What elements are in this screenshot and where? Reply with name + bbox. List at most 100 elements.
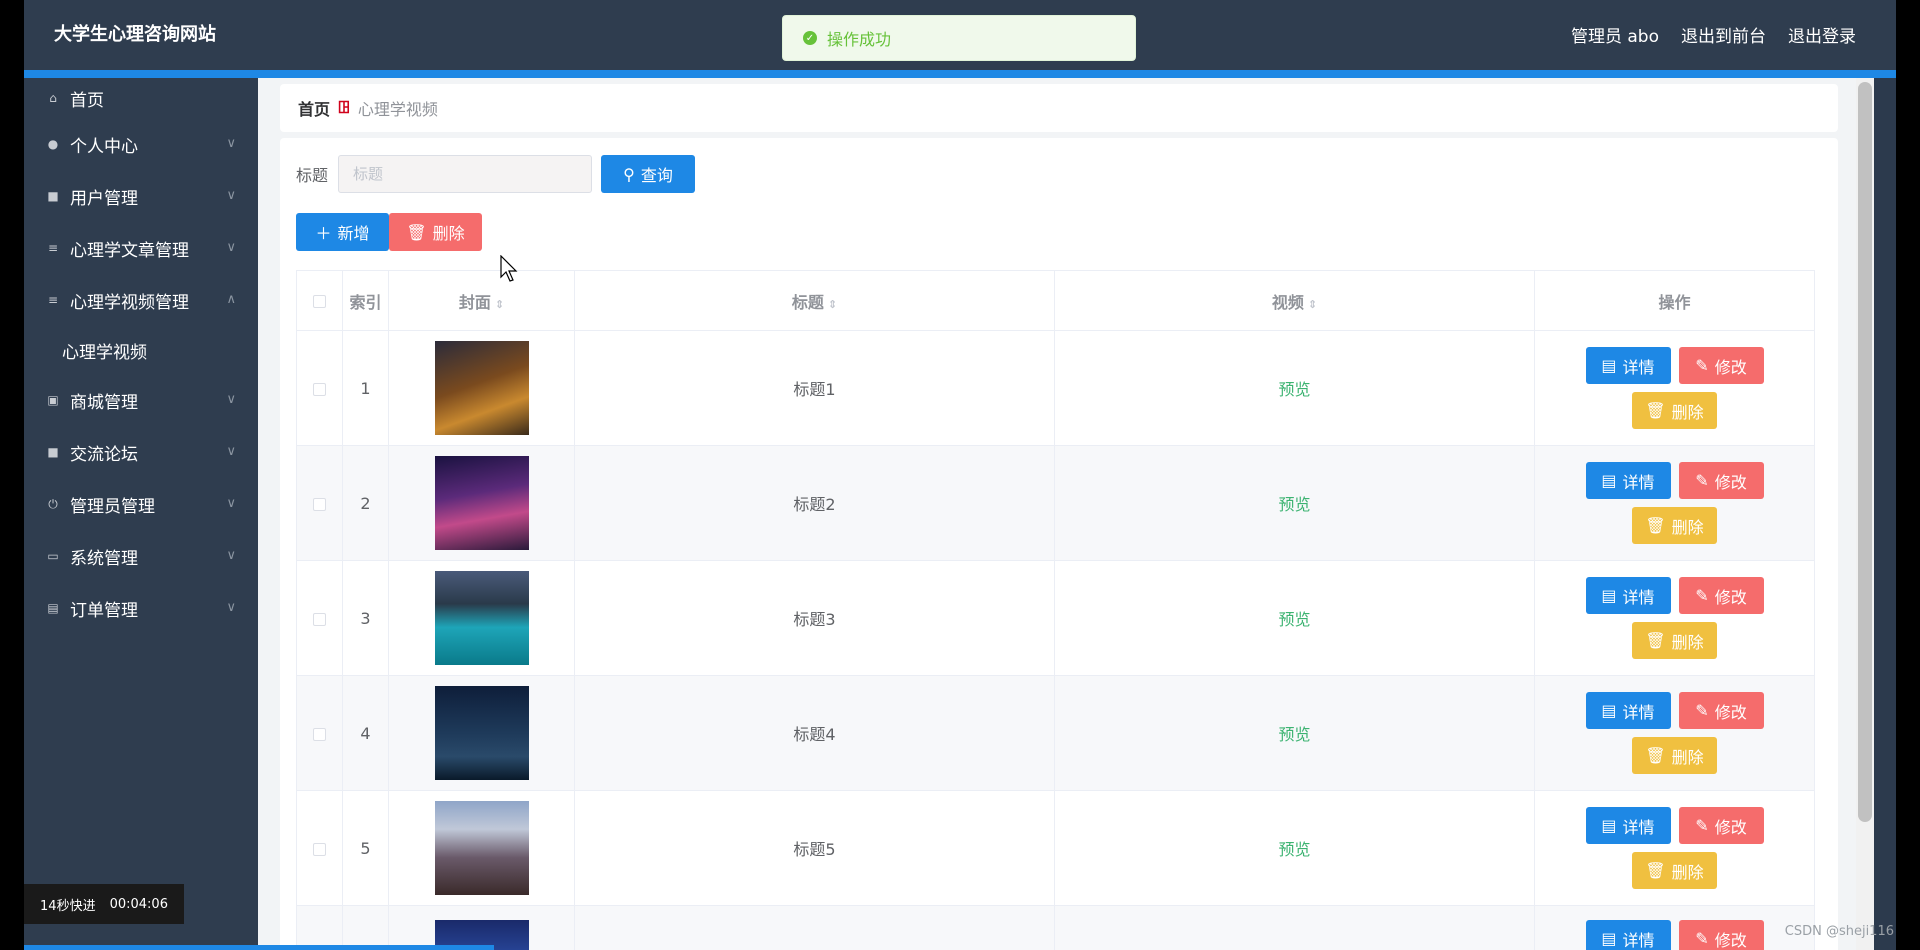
detail-button[interactable]: ▤ 详情 [1585, 577, 1671, 614]
scrollbar-thumb[interactable] [1858, 82, 1872, 822]
row-select-cell [296, 790, 343, 906]
table-row: 4 标题4 预览 ▤ 详情 ✎ 修改 🗑 删除 [296, 675, 1815, 791]
cover-image [434, 801, 529, 895]
edit-label: 修改 [1714, 472, 1747, 492]
row-checkbox[interactable] [313, 497, 326, 511]
row-checkbox[interactable] [313, 842, 326, 856]
edit-button[interactable]: ✎ 修改 [1678, 347, 1764, 384]
detail-label: 详情 [1622, 357, 1655, 377]
row-delete-button[interactable]: 🗑 删除 [1632, 622, 1717, 659]
detail-button[interactable]: ▤ 详情 [1585, 807, 1671, 844]
video-preview-link[interactable]: 预览 [1278, 495, 1310, 514]
sidebar-item-videos[interactable]: ≡ 心理学视频管理 ∧ [24, 274, 258, 326]
chevron-up-icon: ∧ [226, 292, 236, 307]
column-label: 视频 [1271, 292, 1304, 312]
column-header-video[interactable]: 视频 ⇕ [1054, 270, 1535, 331]
row-delete-button[interactable]: 🗑 删除 [1632, 507, 1717, 544]
title-search-input[interactable] [338, 155, 593, 193]
list-icon: ≡ [47, 241, 59, 255]
sidebar-item-orders[interactable]: ▤ 订单管理 ∨ [24, 582, 258, 634]
breadcrumb-home[interactable]: 首页 [298, 96, 330, 120]
header-actions: 管理员 abo 退出到前台 退出登录 [1571, 22, 1856, 47]
column-header-actions: 操作 [1534, 270, 1815, 331]
row-checkbox[interactable] [313, 727, 326, 741]
sidebar-item-admins[interactable]: ⏻ 管理员管理 ∨ [24, 478, 258, 530]
column-label: 操作 [1658, 292, 1691, 312]
sidebar-item-label: 管理员管理 [70, 496, 155, 517]
plus-icon: ＋ [315, 224, 332, 243]
detail-button[interactable]: ▤ 详情 [1585, 347, 1671, 384]
cover-image [434, 341, 529, 435]
edit-button[interactable]: ✎ 修改 [1678, 577, 1764, 614]
sort-icon[interactable]: ⇕ [1308, 298, 1317, 311]
detail-button[interactable]: ▤ 详情 [1585, 920, 1671, 950]
search-button-label: 查询 [640, 166, 673, 185]
sort-icon[interactable]: ⇕ [828, 298, 837, 311]
detail-button[interactable]: ▤ 详情 [1585, 462, 1671, 499]
column-header-cover[interactable]: 封面 ⇕ [388, 270, 575, 331]
detail-button[interactable]: ▤ 详情 [1585, 692, 1671, 729]
row-select-cell [296, 445, 343, 561]
row-delete-button[interactable]: 🗑 删除 [1632, 392, 1717, 429]
row-checkbox[interactable] [313, 382, 326, 396]
chevron-down-icon: ∨ [226, 240, 236, 255]
video-preview-link[interactable]: 预览 [1278, 840, 1310, 859]
sidebar-item-system[interactable]: ▭ 系统管理 ∨ [24, 530, 258, 582]
column-header-title[interactable]: 标题 ⇕ [574, 270, 1055, 331]
sort-icon[interactable]: ⇕ [495, 298, 504, 311]
actions-cell: ▤ 详情 ✎ 修改 🗑 删除 [1534, 445, 1815, 561]
page-scrollbar[interactable] [1856, 78, 1874, 950]
select-all-checkbox[interactable] [313, 295, 326, 308]
row-index: 2 [342, 445, 389, 561]
table-row: 5 标题5 预览 ▤ 详情 ✎ 修改 🗑 删除 [296, 790, 1815, 906]
sidebar-item-label: 交流论坛 [70, 444, 138, 465]
table-row: 3 标题3 预览 ▤ 详情 ✎ 修改 🗑 删除 [296, 560, 1815, 676]
cover-image [434, 571, 529, 665]
sidebar-subitem-label: 心理学视频 [62, 342, 147, 363]
row-index: 1 [342, 330, 389, 446]
title-cell: 标题3 [574, 560, 1055, 676]
row-actions: ▤ 详情 ✎ 修改 🗑 删除 [1535, 807, 1814, 889]
sidebar-item-articles[interactable]: ≡ 心理学文章管理 ∨ [24, 222, 258, 274]
video-preview-link[interactable]: 预览 [1278, 610, 1310, 629]
search-button[interactable]: ⚲ 查询 [601, 155, 696, 193]
edit-button[interactable]: ✎ 修改 [1678, 920, 1764, 950]
column-header-index: 索引 [342, 270, 389, 331]
detail-label: 详情 [1622, 702, 1655, 722]
list-icon: ≡ [47, 293, 59, 307]
row-delete-button[interactable]: 🗑 删除 [1632, 737, 1717, 774]
edit-button[interactable]: ✎ 修改 [1678, 807, 1764, 844]
back-to-front-link[interactable]: 退出到前台 [1681, 22, 1766, 47]
row-checkbox[interactable] [313, 612, 326, 626]
row-actions: ▤ 详情 ✎ 修改 🗑 删除 [1535, 692, 1814, 774]
add-button-label: 新增 [337, 224, 370, 243]
edit-button[interactable]: ✎ 修改 [1678, 462, 1764, 499]
column-label: 索引 [349, 292, 382, 312]
row-actions: ▤ 详情 ✎ 修改 🗑 删除 [1535, 577, 1814, 659]
sidebar-item-forum[interactable]: ■ 交流论坛 ∨ [24, 426, 258, 478]
cover-cell [388, 790, 575, 906]
actions-cell: ▤ 详情 ✎ 修改 🗑 删除 [1534, 790, 1815, 906]
breadcrumb: 首页 ꖸ 心理学视频 [280, 84, 1838, 132]
video-preview-link[interactable]: 预览 [1278, 380, 1310, 399]
video-cell: 预览 [1054, 675, 1535, 791]
sidebar-item-mall[interactable]: ▣ 商城管理 ∨ [24, 374, 258, 426]
trash-icon: 🗑 [1645, 631, 1666, 650]
video-preview-link[interactable]: 预览 [1278, 725, 1310, 744]
chat-icon: ▭ [47, 549, 59, 563]
logout-link[interactable]: 退出登录 [1788, 22, 1856, 47]
sidebar-subitem-video[interactable]: 心理学视频 [24, 326, 258, 374]
chevron-down-icon: ∨ [226, 188, 236, 203]
actions-cell: ▤ 详情 ✎ 修改 🗑 删除 [1534, 330, 1815, 446]
user-icon: ● [47, 137, 59, 151]
sidebar-item-users[interactable]: ■ 用户管理 ∨ [24, 170, 258, 222]
add-button[interactable]: ＋ 新增 [296, 213, 389, 251]
main-content: 首页 ꖸ 心理学视频 标题 ⚲ 查询 ＋ 新增 🗑 删除 [258, 78, 1874, 950]
row-delete-button[interactable]: 🗑 删除 [1632, 852, 1717, 889]
edit-button[interactable]: ✎ 修改 [1678, 692, 1764, 729]
cover-cell [388, 330, 575, 446]
batch-delete-button[interactable]: 🗑 删除 [389, 213, 482, 251]
sidebar-item-home[interactable]: ⌂ 首页 [24, 78, 258, 118]
sidebar-item-personal[interactable]: ● 个人中心 ∨ [24, 118, 258, 170]
playback-overlay: 14秒快进 00:04:06 [24, 884, 184, 924]
